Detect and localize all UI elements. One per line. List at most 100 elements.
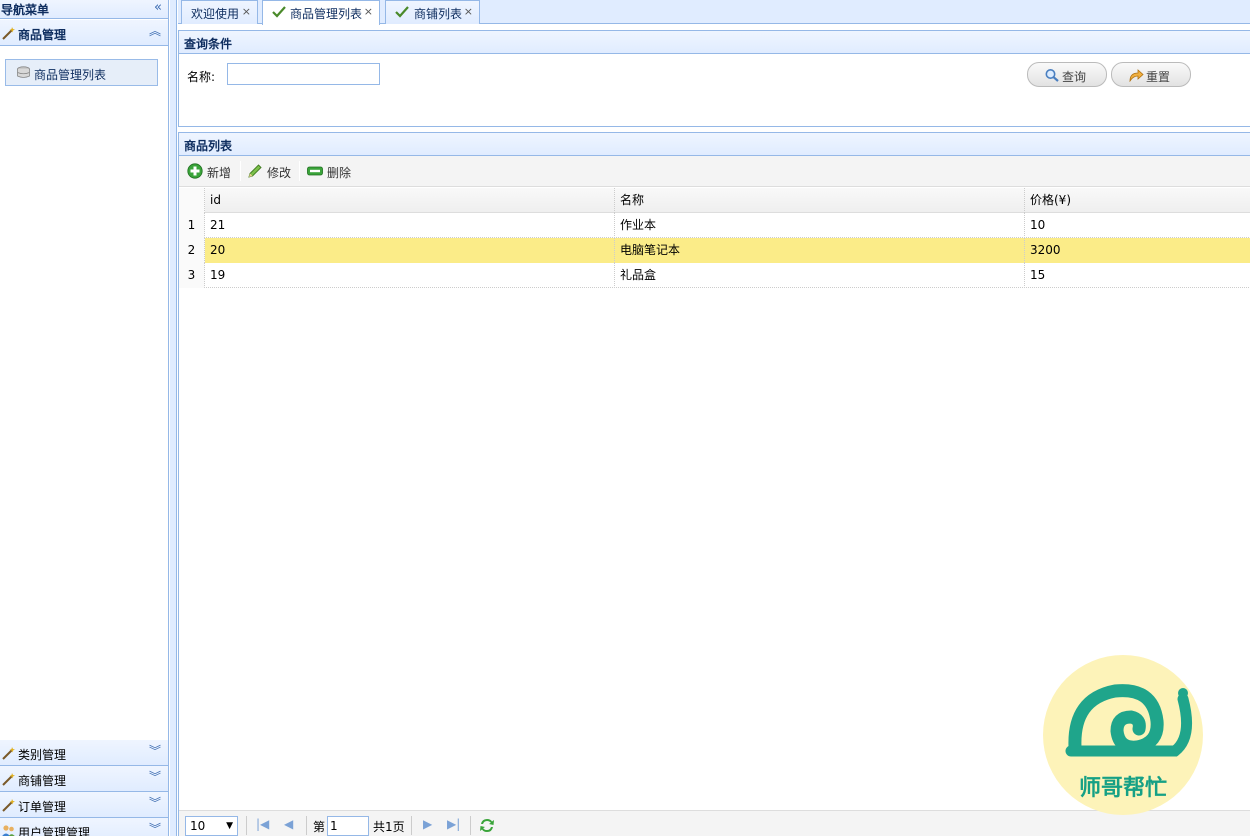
page-size-select[interactable]: 10 ▼	[185, 816, 238, 836]
tab-goods-list[interactable]: 商品管理列表 ×	[262, 0, 380, 25]
accordion-header-shop[interactable]: 商铺管理 ︾	[0, 766, 168, 792]
nav-header: 导航菜单 «	[0, 0, 168, 19]
cell-id: 21	[205, 213, 615, 238]
chevron-down-icon[interactable]: ︾	[149, 796, 161, 810]
next-page-icon[interactable]: ▶	[423, 817, 432, 831]
pager-divider	[411, 816, 412, 835]
dropdown-arrow-icon: ▼	[226, 821, 233, 831]
cell-id: 20	[205, 238, 615, 263]
close-icon[interactable]: ×	[242, 5, 251, 18]
close-icon[interactable]: ×	[464, 5, 473, 18]
tab-label: 商品管理列表	[290, 7, 363, 21]
row-number: 2	[179, 238, 205, 263]
edit-button-label: 修改	[267, 166, 292, 180]
plus-icon	[187, 163, 203, 179]
query-panel-title: 查询条件	[184, 37, 233, 51]
refresh-icon[interactable]	[478, 817, 496, 834]
first-page-icon[interactable]: |◀	[256, 817, 269, 831]
page-prefix: 第	[313, 820, 326, 834]
grid-header-row: id 名称 价格(¥)	[179, 188, 1250, 213]
cell-price: 3200	[1025, 238, 1250, 263]
toolbar-divider	[299, 161, 300, 181]
page-size-value: 10	[190, 819, 206, 833]
wand-icon	[2, 747, 15, 760]
nav-panel: 导航菜单 « 商品管理 ︽ 商品管理列表 类别管理 ︾ 商铺管理 ︾ 订单管理 …	[0, 0, 169, 836]
delete-button[interactable]: 删除	[307, 161, 357, 181]
cell-name: 礼品盒	[615, 263, 1025, 288]
toolbar-divider	[240, 161, 241, 181]
database-icon	[17, 66, 30, 78]
row-number: 3	[179, 263, 205, 288]
page-total: 共1页	[373, 820, 405, 834]
cell-name: 作业本	[615, 213, 1025, 238]
add-button[interactable]: 新增	[187, 161, 237, 181]
accordion-goods: 商品管理 ︽ 商品管理列表	[0, 20, 168, 739]
wand-icon	[2, 799, 15, 812]
collapse-left-icon[interactable]: «	[154, 0, 162, 15]
name-search-input[interactable]	[227, 63, 380, 85]
table-row[interactable]: 1 21 作业本 10	[179, 213, 1250, 238]
reset-button[interactable]: 重置	[1111, 62, 1191, 87]
accordion-header-goods[interactable]: 商品管理 ︽	[0, 20, 168, 46]
pager-divider	[306, 816, 307, 835]
nav-title: 导航菜单	[1, 3, 50, 17]
table-row[interactable]: 3 19 礼品盒 15	[179, 263, 1250, 288]
column-header-name[interactable]: 名称	[615, 188, 1025, 213]
tab-label: 欢迎使用	[191, 7, 240, 21]
search-button[interactable]: 查询	[1027, 62, 1107, 87]
minus-icon	[307, 166, 323, 176]
column-header-price[interactable]: 价格(¥)	[1025, 188, 1250, 213]
reset-button-label: 重置	[1146, 70, 1171, 84]
accordion-header-category[interactable]: 类别管理 ︾	[0, 740, 168, 766]
page-number-value: 1	[330, 819, 338, 833]
accordion-label: 订单管理	[18, 800, 67, 814]
query-panel-header: 查询条件	[179, 31, 1250, 54]
pencil-icon	[248, 164, 262, 178]
chevron-down-icon[interactable]: ︾	[149, 744, 161, 758]
users-icon	[2, 825, 15, 836]
chevron-down-icon[interactable]: ︾	[149, 770, 161, 784]
accordion-label: 用户管理管理	[18, 826, 91, 836]
cell-name: 电脑笔记本	[615, 238, 1025, 263]
wand-icon	[2, 27, 15, 40]
tab-shop-list[interactable]: 商铺列表 ×	[385, 0, 480, 24]
add-button-label: 新增	[207, 166, 232, 180]
grid-panel-title: 商品列表	[184, 139, 233, 153]
accordion-label: 类别管理	[18, 748, 67, 762]
close-icon[interactable]: ×	[364, 5, 373, 18]
prev-page-icon[interactable]: ◀	[284, 817, 293, 831]
check-icon	[272, 6, 286, 18]
name-label: 名称:	[187, 70, 216, 84]
page-number-input[interactable]: 1	[327, 816, 369, 836]
accordion-header-user[interactable]: 用户管理管理 ︾	[0, 818, 168, 836]
column-header-id[interactable]: id	[205, 188, 615, 213]
chevron-down-icon[interactable]: ︾	[149, 822, 161, 836]
query-panel: 查询条件 名称: 查询 重置	[178, 30, 1250, 127]
search-button-label: 查询	[1062, 70, 1087, 84]
snail-logo-icon: 师哥帮忙	[1065, 684, 1193, 801]
accordion-label: 商铺管理	[18, 774, 67, 788]
cell-id: 19	[205, 263, 615, 288]
nav-item-goods-list[interactable]: 商品管理列表	[5, 59, 158, 86]
tab-bar: 欢迎使用 × 商品管理列表 × 商铺列表 ×	[178, 0, 1250, 25]
row-number: 1	[179, 213, 205, 238]
layout-splitter[interactable]	[170, 0, 177, 836]
accordion-label: 商品管理	[18, 28, 67, 42]
tab-welcome[interactable]: 欢迎使用 ×	[181, 0, 258, 24]
grid-toolbar: 新增 修改 删除	[179, 156, 1250, 187]
grid-panel-header: 商品列表	[179, 133, 1250, 156]
redo-arrow-icon	[1129, 69, 1144, 82]
edit-button[interactable]: 修改	[247, 161, 297, 181]
table-row-selected[interactable]: 2 20 电脑笔记本 3200	[179, 238, 1250, 263]
check-icon	[395, 6, 409, 18]
pager-divider	[246, 816, 247, 835]
accordion-body: 商品管理列表	[0, 46, 168, 739]
accordion-collapsed-group: 类别管理 ︾ 商铺管理 ︾ 订单管理 ︾ 用户管理管理 ︾	[0, 740, 168, 836]
last-page-icon[interactable]: ▶|	[447, 817, 460, 831]
cell-price: 10	[1030, 218, 1046, 232]
delete-button-label: 删除	[327, 166, 352, 180]
cell-price: 15	[1030, 268, 1046, 282]
accordion-header-order[interactable]: 订单管理 ︾	[0, 792, 168, 818]
chevron-up-icon[interactable]: ︽	[149, 24, 161, 38]
search-icon	[1045, 69, 1059, 82]
